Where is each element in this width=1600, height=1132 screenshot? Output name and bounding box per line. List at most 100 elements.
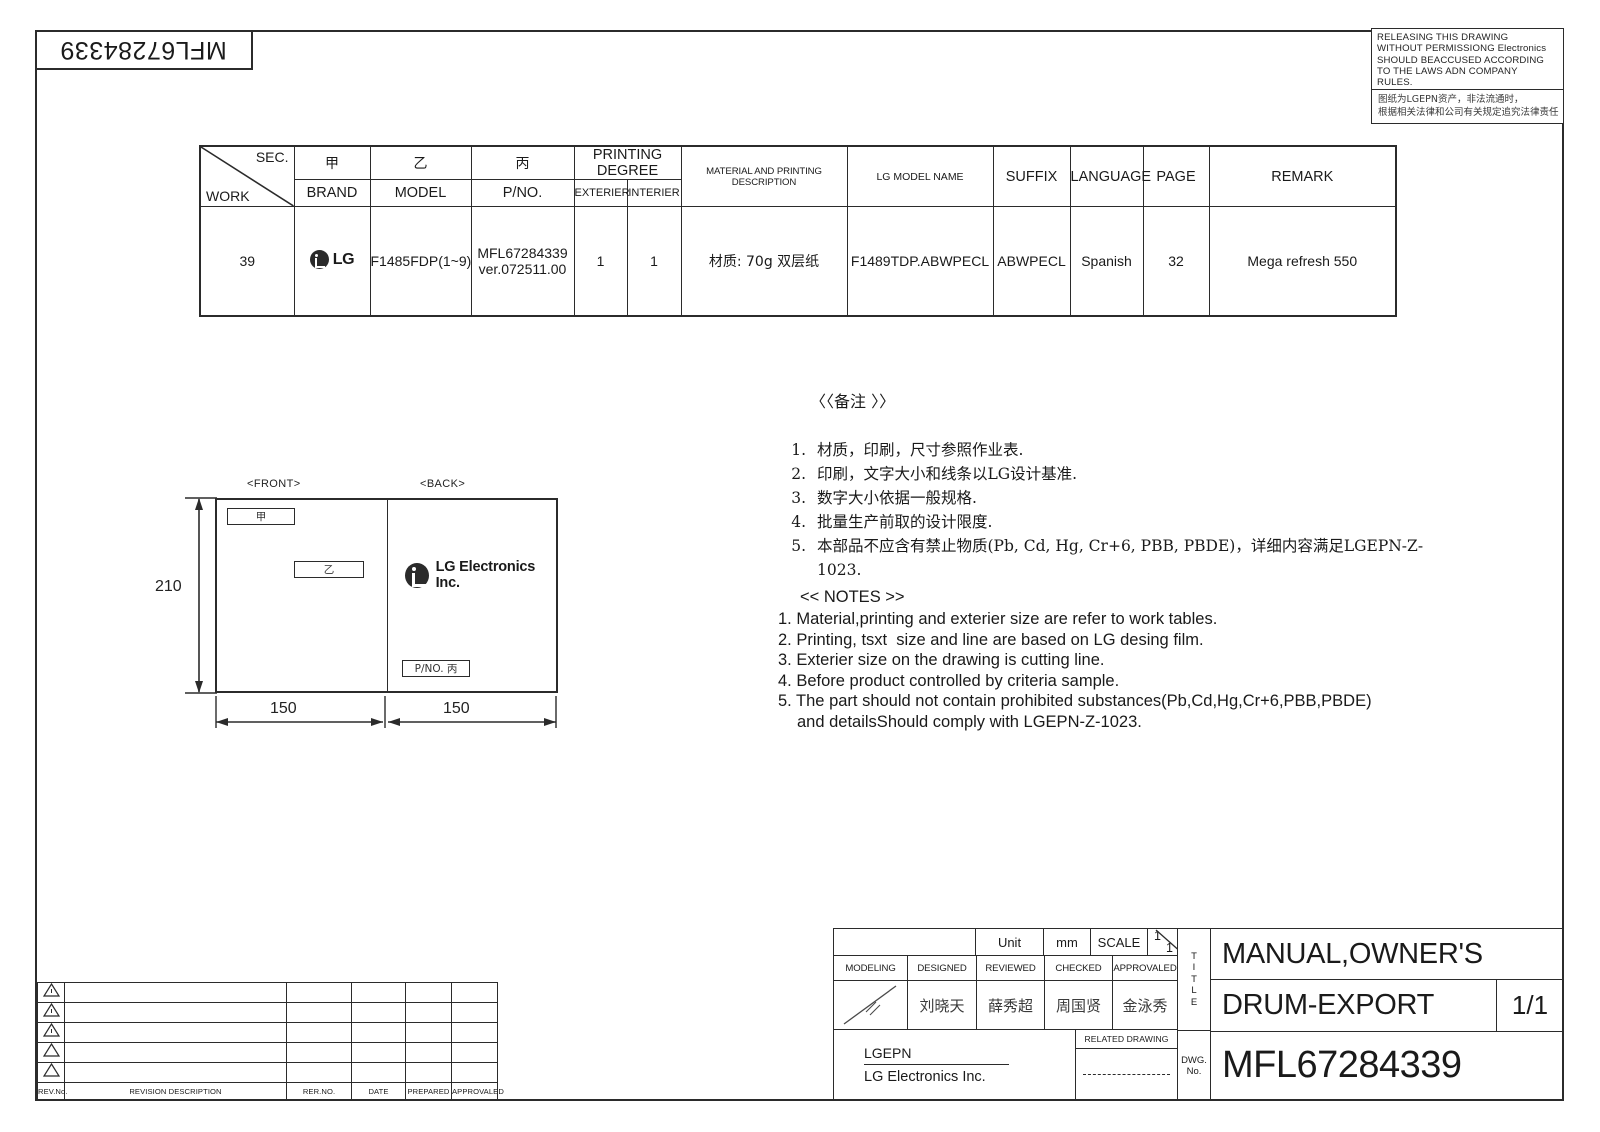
notice-cn-line-2: 根据相关法律和公司有关规定追究法律责任: [1378, 106, 1559, 118]
rev-approvaled-cell: [451, 1002, 498, 1023]
notice-english: RELEASING THIS DRAWING WITHOUT PERMISSIO…: [1372, 29, 1563, 90]
header-brand: BRAND: [293, 179, 371, 207]
sec-label: SEC.: [255, 149, 289, 165]
revision-triangle-icon: [42, 1003, 60, 1017]
role-value-designed: 刘晓天: [908, 981, 977, 1029]
revision-header-date: DATE: [351, 1082, 406, 1101]
dim-width-arrows-icon: [215, 696, 557, 728]
title-block: Unit mm SCALE 1 1 MODELING DESIGNED REVI…: [833, 928, 1564, 1100]
drawing-page: MFL67284339 RELEASING THIS DRAWING WITHO…: [0, 0, 1600, 1132]
drawing-number: MFL67284339: [1222, 1044, 1462, 1086]
header-interier: INTERIER: [626, 179, 682, 207]
dwg-no-vertical-label: DWG. No.: [1178, 1031, 1210, 1100]
cell-remark: Mega refresh 550: [1208, 206, 1397, 317]
lg-electronics-text: LG Electronics Inc.: [435, 559, 536, 591]
notice-en-line-1: RELEASING THIS DRAWING: [1377, 32, 1509, 43]
title-vertical-label: TITLE: [1178, 929, 1210, 1031]
header-page: PAGE: [1142, 145, 1210, 207]
role-value-checked: 周国贤: [1045, 981, 1113, 1029]
header-printing-degree: PRINTING DEGREE: [573, 145, 682, 180]
header-model: MODEL: [369, 179, 472, 207]
dwg-label-line2: No.: [1186, 1065, 1202, 1077]
rev-marker-cell: [37, 982, 65, 1003]
cell-suffix: ABWPECL: [992, 206, 1071, 317]
header-lg-model-name: LG MODEL NAME: [846, 145, 994, 207]
front-panel-label: <FRONT>: [247, 478, 301, 490]
lg-circle-icon: [309, 250, 329, 269]
rev-approvaled-cell: [451, 1042, 498, 1063]
notice-en-line-3: SHOULD BEACCUSED ACCORDING: [1377, 54, 1545, 66]
rev-description-cell: [64, 1002, 287, 1023]
notes-chinese-list: 材质，印刷，尺寸参照作业表. 印刷，文字大小和线条以LG设计基准. 数字大小依据…: [785, 438, 1425, 582]
lg-wordmark: LG: [332, 250, 355, 268]
rev-date-cell: [351, 1042, 406, 1063]
part-number-tab-text: MFL67284339: [59, 35, 227, 64]
notes-english-block: << NOTES >> 1. Material,printing and ext…: [778, 588, 1372, 732]
cell-brand: LG: [293, 206, 371, 317]
rev-marker-cell: [37, 1002, 65, 1023]
notes-chinese-heading: 〈〈备注 〉〉: [810, 392, 896, 411]
part-number-tab: MFL67284339: [35, 30, 253, 70]
rev-rerno-cell: [286, 982, 352, 1003]
related-drawing-block: RELATED DRAWING: [1076, 1030, 1177, 1100]
unit-value: mm: [1044, 929, 1091, 955]
scale-ratio: 1 1: [1148, 929, 1177, 955]
header-pno-cn: 丙: [470, 145, 575, 180]
title-block-spine: TITLE DWG. No.: [1177, 928, 1211, 1100]
cell-language: Spanish: [1069, 206, 1144, 317]
scale-denominator: 1: [1166, 941, 1173, 955]
revision-triangle-icon: [42, 1063, 60, 1077]
document-title-line2: DRUM-EXPORT: [1211, 980, 1497, 1031]
rev-rerno-cell: [286, 1062, 352, 1083]
role-value-approvaled: 金泳秀: [1122, 996, 1168, 1015]
role-header-row: MODELING DESIGNED REVIEWED CHECKED APPRO…: [834, 956, 1177, 981]
revision-header-description: REVISION DESCRIPTION: [64, 1082, 287, 1101]
related-drawing-area: [1076, 1049, 1177, 1100]
rev-date-cell: [351, 982, 406, 1003]
role-header-approvaled: APPROVALED: [1113, 962, 1177, 974]
cell-interier: 1: [626, 206, 682, 317]
table-row: [37, 1022, 498, 1043]
dim-height-label: 210: [155, 578, 182, 595]
unit-scale-row: Unit mm SCALE 1 1: [834, 929, 1177, 956]
note-en-5-continuation: and detailsShould comply with LGEPN-Z-10…: [797, 712, 1142, 731]
table-row: [37, 1062, 498, 1083]
tag-model-area: 乙: [294, 561, 364, 578]
rev-rerno-cell: [286, 1022, 352, 1043]
table-row: [37, 1002, 498, 1023]
dwg-label-line1: DWG.: [1181, 1054, 1207, 1066]
empty-slash-icon: [843, 985, 896, 1025]
header-language: LANGUAGE: [1069, 145, 1151, 207]
notice-cn-line-1: 图纸为LGEPN资产，非法流通时，: [1378, 94, 1524, 105]
revision-table: REV.No. REVISION DESCRIPTION RER.NO. DAT…: [37, 982, 504, 1101]
company-related-row: LGEPN LG Electronics Inc. RELATED DRAWIN…: [834, 1030, 1177, 1100]
company-code: LGEPN: [864, 1045, 1009, 1065]
notes-chinese-block: 〈〈备注 〉〉 材质，印刷，尺寸参照作业表. 印刷，文字大小和线条以LG设计基准…: [785, 388, 1425, 582]
cell-page: 32: [1142, 206, 1210, 317]
related-drawing-label: RELATED DRAWING: [1076, 1030, 1177, 1049]
title-block-left: Unit mm SCALE 1 1 MODELING DESIGNED REVI…: [833, 928, 1178, 1100]
rev-date-cell: [351, 1062, 406, 1083]
header-model-cn: 乙: [369, 145, 472, 180]
title-block-right: MANUAL,OWNER'S DRUM-EXPORT 1/1 MFL672843…: [1210, 928, 1564, 1100]
rev-description-cell: [64, 982, 287, 1003]
rev-description-cell: [64, 1062, 287, 1083]
note-en-5: 5. The part should not contain prohibite…: [778, 692, 1372, 710]
role-value-row: 刘晓天 薛秀超 周国贤 金泳秀: [834, 981, 1177, 1030]
rev-prepared-cell: [405, 1062, 452, 1083]
role-header-modeling: MODELING: [834, 956, 908, 980]
cell-pno-line1: MFL67284339: [477, 245, 568, 261]
role-header-designed: DESIGNED: [908, 956, 977, 980]
lg-electronics-logo: LG Electronics Inc.: [405, 559, 556, 591]
rev-marker-cell: [37, 1062, 65, 1083]
artwork-drawing: <FRONT> <BACK> 甲 乙 LG Electronics Inc. P…: [155, 478, 575, 743]
rev-marker-cell: [37, 1042, 65, 1063]
notes-english-heading: << NOTES >>: [800, 588, 905, 606]
specification-table: SEC. WORK 甲 乙 丙 PRINTING DEGREE MATERIAL…: [199, 145, 1398, 317]
spec-data-row: 39 LG F1485FDP(1~9) MFL67284339 ver.0725…: [199, 206, 1397, 317]
rev-description-cell: [64, 1022, 287, 1043]
revision-header-revno: REV.No.: [37, 1082, 67, 1101]
note-cn-1: 材质，印刷，尺寸参照作业表.: [811, 438, 1425, 462]
header-remark: REMARK: [1208, 145, 1397, 207]
rev-prepared-cell: [405, 1042, 452, 1063]
